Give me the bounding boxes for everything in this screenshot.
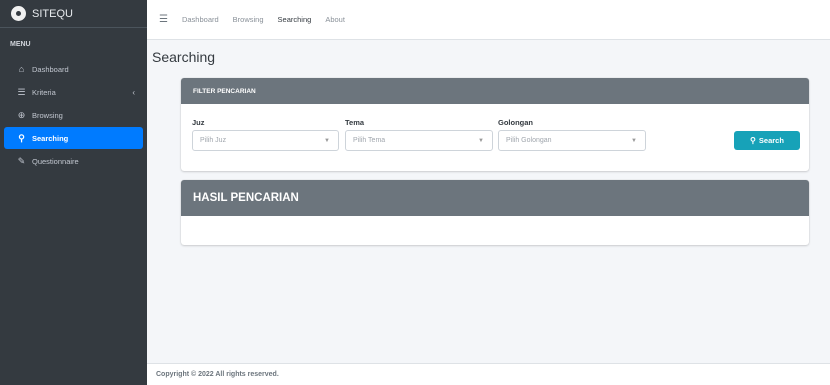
list-icon: ☰ <box>17 86 26 97</box>
golongan-select[interactable]: Pilih Golongan ▼ <box>498 130 646 151</box>
sidebar-item-label: Searching <box>32 133 69 143</box>
chevron-down-icon: ▼ <box>478 137 484 144</box>
filter-card-header: FILTER PENCARIAN <box>181 78 809 104</box>
brand-link[interactable]: SITEQU <box>0 0 147 28</box>
pencil-icon: ✎ <box>17 155 26 166</box>
search-icon: ⚲ <box>18 132 25 143</box>
page-title: Searching <box>152 49 216 65</box>
chevron-left-icon: ‹ <box>132 87 135 97</box>
footer: Copyright © 2022 All rights reserved. <box>147 363 830 385</box>
topnav-link-searching[interactable]: Searching <box>278 15 312 24</box>
sidebar-item-label: Kriteria <box>32 87 56 97</box>
sidebar-nav: ⌂ Dashboard ☰ Kriteria ‹ ⊕ Browsing ⚲ Se… <box>0 58 147 172</box>
sidebar-item-label: Questionnaire <box>32 156 79 166</box>
filter-card: FILTER PENCARIAN Juz Pilih Juz ▼ Tema Pi… <box>181 78 809 171</box>
sidebar: SITEQU MENU ⌂ Dashboard ☰ Kriteria ‹ ⊕ B… <box>0 0 147 385</box>
sidebar-item-kriteria[interactable]: ☰ Kriteria ‹ <box>4 81 143 103</box>
tema-label: Tema <box>345 118 365 127</box>
search-icon: ⚲ <box>750 136 756 145</box>
brand-name: SITEQU <box>32 7 73 20</box>
globe-icon: ⊕ <box>17 109 26 120</box>
sidebar-item-browsing[interactable]: ⊕ Browsing <box>4 104 143 126</box>
sidebar-item-label: Browsing <box>32 110 63 120</box>
home-icon: ⌂ <box>18 64 25 74</box>
brand-logo-icon <box>11 6 26 21</box>
sidebar-item-dashboard[interactable]: ⌂ Dashboard <box>4 58 143 80</box>
juz-select[interactable]: Pilih Juz ▼ <box>192 130 339 151</box>
search-button-label: Search <box>758 136 784 145</box>
topnav-link-browsing[interactable]: Browsing <box>233 15 264 24</box>
juz-label: Juz <box>192 118 205 127</box>
sidebar-item-label: Dashboard <box>32 64 69 74</box>
tema-select-placeholder: Pilih Tema <box>353 137 386 144</box>
sidebar-item-questionnaire[interactable]: ✎ Questionnaire <box>4 150 143 172</box>
search-button[interactable]: ⚲ Search <box>734 131 800 150</box>
copyright-text: Copyright © 2022 All rights reserved. <box>156 371 279 378</box>
result-card-header: HASIL PENCARIAN <box>181 180 809 216</box>
chevron-down-icon: ▼ <box>324 137 330 144</box>
golongan-label: Golongan <box>498 118 533 127</box>
hamburger-menu-icon[interactable]: ☰ <box>159 14 168 25</box>
chevron-down-icon: ▼ <box>631 137 637 144</box>
topnav-link-dashboard[interactable]: Dashboard <box>182 15 219 24</box>
juz-select-placeholder: Pilih Juz <box>200 137 227 144</box>
sidebar-item-searching[interactable]: ⚲ Searching <box>4 127 143 149</box>
menu-header: MENU <box>10 41 31 48</box>
golongan-select-placeholder: Pilih Golongan <box>506 137 552 144</box>
topnav-link-about[interactable]: About <box>325 15 345 24</box>
result-card: HASIL PENCARIAN <box>181 180 809 245</box>
top-navbar: ☰ Dashboard Browsing Searching About <box>147 0 830 40</box>
tema-select[interactable]: Pilih Tema ▼ <box>345 130 493 151</box>
